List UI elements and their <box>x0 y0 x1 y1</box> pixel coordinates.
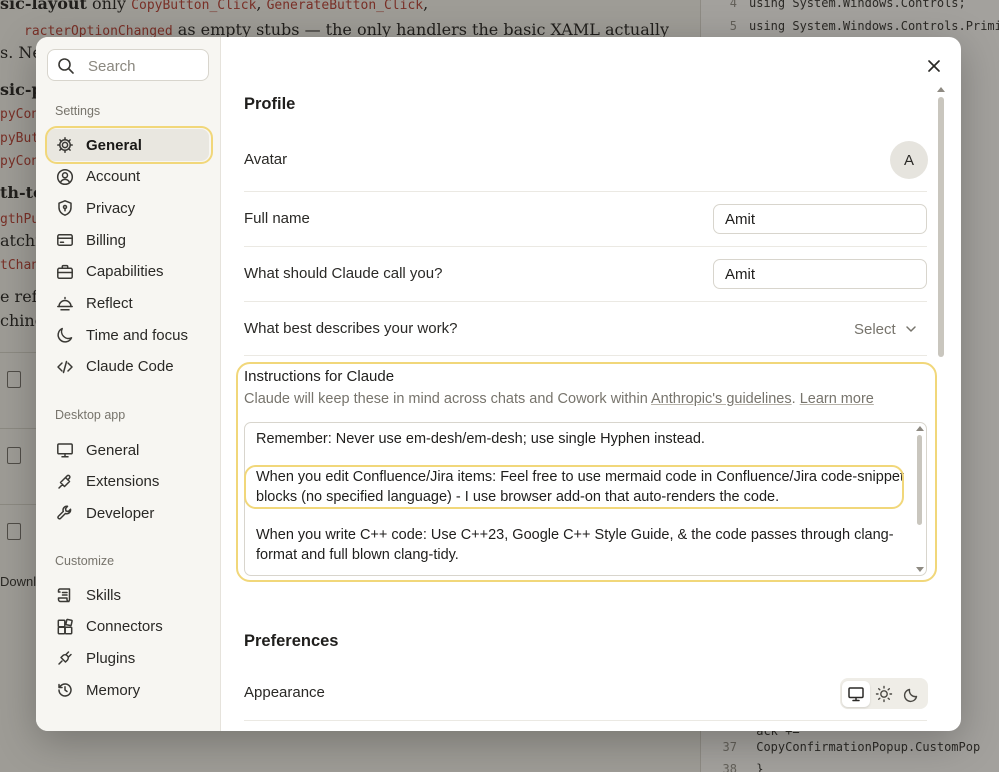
instructions-title: Instructions for Claude <box>244 368 395 385</box>
full-name-input[interactable] <box>713 204 927 234</box>
nav-item-label: Account <box>86 168 141 186</box>
sidebar-desktop-item-extensions[interactable]: Extensions <box>47 466 209 498</box>
moon-clock-icon <box>56 326 74 344</box>
nav-item-label: Extensions <box>86 473 160 490</box>
user-icon <box>56 168 74 186</box>
search-box[interactable] <box>47 49 209 81</box>
code-icon <box>56 358 74 376</box>
sidebar-item-billing[interactable]: Billing <box>47 224 209 256</box>
divider <box>244 355 927 356</box>
sidebar-customize-item-skills[interactable]: Skills <box>47 579 209 611</box>
nav-item-label: Billing <box>86 231 127 249</box>
nav-item-label: General <box>86 441 140 459</box>
customize-section-label: Customize <box>55 554 115 568</box>
instructions-textarea[interactable]: Remember: Never use em-desh/em-desh; use… <box>244 422 927 576</box>
appearance-system-button[interactable] <box>842 680 870 707</box>
nav-item-label: General <box>86 136 142 154</box>
scroll-up-arrow[interactable] <box>937 87 945 92</box>
sidebar-desktop-item-general[interactable]: General <box>47 434 209 466</box>
profile-heading: Profile <box>244 95 296 113</box>
sidebar-item-reflect[interactable]: Reflect <box>47 288 209 320</box>
blocks-icon <box>56 618 74 636</box>
textarea-scrollbar[interactable] <box>915 426 924 572</box>
appearance-light-button[interactable] <box>870 681 898 707</box>
settings-content: Profile Avatar A Full name What should C… <box>221 37 961 731</box>
settings-modal: Settings General Account Privacy Billing Cap… <box>36 37 961 731</box>
divider <box>244 720 927 721</box>
learn-more-link[interactable]: Learn more <box>800 391 874 407</box>
briefcase-icon <box>56 263 74 281</box>
nav-item-label: Memory <box>86 681 141 699</box>
lamp-icon <box>56 295 74 313</box>
scrollbar-thumb[interactable] <box>938 97 944 357</box>
call-name-input[interactable] <box>713 259 927 289</box>
settings-section-label: Settings <box>55 104 101 118</box>
appearance-toggle <box>840 678 928 709</box>
settings-sidebar: Settings General Account Privacy Billing Cap… <box>36 37 221 731</box>
scroll-down-arrow[interactable] <box>916 567 924 572</box>
shield-icon <box>56 199 74 217</box>
divider <box>244 301 927 302</box>
moon-icon <box>903 688 918 702</box>
work-select-value: Select <box>854 320 896 338</box>
appearance-dark-button[interactable] <box>898 681 926 707</box>
nav-item-label: Privacy <box>86 199 136 217</box>
divider <box>244 246 927 247</box>
instruction-paragraph: When you write C++ code: Use C++23, Goog… <box>256 527 894 563</box>
monitor-icon <box>848 686 864 701</box>
avatar-label: Avatar <box>244 151 288 168</box>
desktop-section-label: Desktop app <box>55 408 126 422</box>
nav-item-label: Plugins <box>86 649 136 667</box>
instructions-subtitle-text: Claude will keep these in mind across ch… <box>244 391 652 407</box>
work-select[interactable]: Select <box>854 318 917 340</box>
preferences-heading: Preferences <box>244 632 339 650</box>
sidebar-item-claude-code[interactable]: Claude Code <box>47 351 209 383</box>
sidebar-customize-item-memory[interactable]: Memory <box>47 674 209 706</box>
sidebar-item-privacy[interactable]: Privacy <box>47 192 209 224</box>
sidebar-customize-item-connectors[interactable]: Connectors <box>47 611 209 643</box>
scroll-icon <box>56 586 74 604</box>
sidebar-item-time-and-focus[interactable]: Time and focus <box>47 319 209 351</box>
guidelines-link[interactable]: Anthropic's guidelines <box>651 391 792 407</box>
work-label: What best describes your work? <box>244 320 458 337</box>
scroll-up-arrow[interactable] <box>916 426 924 431</box>
sidebar-item-account[interactable]: Account <box>47 161 209 193</box>
search-icon <box>58 58 74 74</box>
puzzle-icon <box>56 473 74 491</box>
scrollbar-thumb[interactable] <box>917 435 922 525</box>
gear-icon <box>56 136 74 154</box>
sidebar-item-general[interactable]: General <box>47 129 209 161</box>
search-input[interactable] <box>86 54 205 78</box>
nav-item-label: Capabilities <box>86 263 164 281</box>
instruction-paragraph: When you edit Confluence/Jira items: Fee… <box>256 469 904 505</box>
full-name-label: Full name <box>244 210 310 227</box>
content-scrollbar[interactable] <box>936 87 946 727</box>
credit-card-icon <box>56 231 74 249</box>
appearance-label: Appearance <box>244 684 325 701</box>
nav-item-label: Reflect <box>86 295 133 312</box>
avatar[interactable]: A <box>890 141 928 179</box>
sidebar-item-capabilities[interactable]: Capabilities <box>47 256 209 288</box>
nav-item-label: Connectors <box>86 618 163 636</box>
monitor-icon <box>56 441 74 459</box>
wrench-icon <box>56 504 74 522</box>
instructions-subtitle: Claude will keep these in mind across ch… <box>244 391 874 407</box>
memory-icon <box>56 681 74 699</box>
nav-item-label: Developer <box>86 504 155 522</box>
nav-item-label: Time and focus <box>86 326 188 344</box>
instruction-paragraph: Remember: Never use em-desh/em-desh; use… <box>256 431 705 447</box>
chevron-down-icon <box>905 326 916 332</box>
sidebar-desktop-item-developer[interactable]: Developer <box>47 497 209 529</box>
sun-icon <box>875 685 893 702</box>
plug-icon <box>56 649 74 667</box>
nav-item-label: Claude Code <box>86 358 174 376</box>
nav-item-label: Skills <box>86 586 122 604</box>
divider <box>244 191 927 192</box>
sidebar-customize-item-plugins[interactable]: Plugins <box>47 642 209 674</box>
subtitle-separator: . <box>791 391 800 407</box>
call-name-label: What should Claude call you? <box>244 265 443 282</box>
